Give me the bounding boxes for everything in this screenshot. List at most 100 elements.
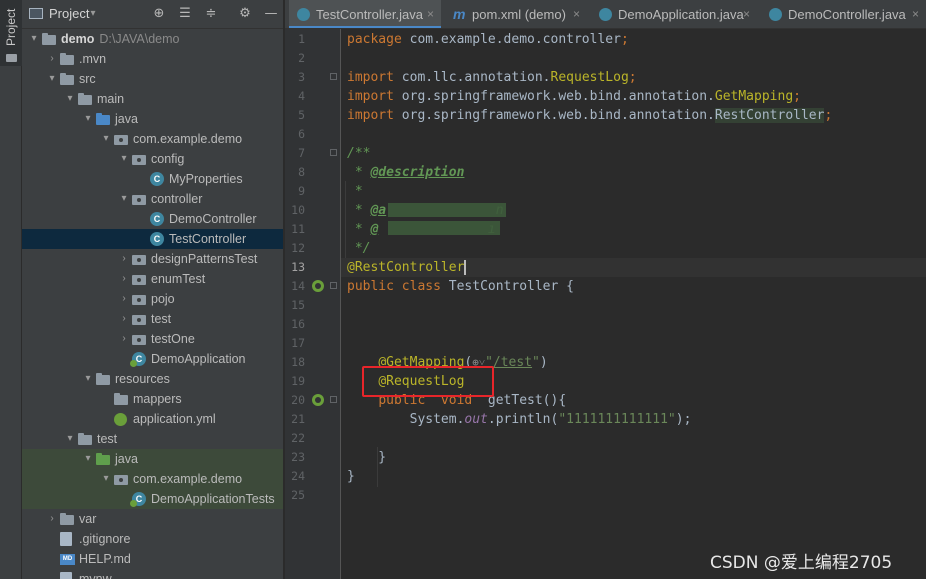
line-number: 9 <box>298 184 305 198</box>
code-token: @description <box>370 165 465 180</box>
fold-marker-icon[interactable] <box>330 396 337 403</box>
code-token: ; <box>628 70 637 85</box>
close-icon[interactable]: × <box>912 0 919 28</box>
chevron-down-icon[interactable]: ▾ <box>82 109 94 129</box>
tree-item-main[interactable]: ▾ main <box>22 89 283 109</box>
tree-item-java[interactable]: ▾ java <box>22 109 283 129</box>
chevron-down-icon[interactable]: ▾ <box>28 29 40 49</box>
tree-item-testone[interactable]: › testOne <box>22 329 283 349</box>
fold-marker-icon[interactable] <box>330 149 337 156</box>
tree-item-var[interactable]: › var <box>22 509 283 529</box>
tree-item-application-yml[interactable]: application.yml <box>22 409 283 429</box>
tree-item-help-md[interactable]: MD HELP.md <box>22 549 283 569</box>
chevron-down-icon[interactable]: ▾ <box>82 449 94 469</box>
tree-item-demo[interactable]: ▾ demo D:\JAVA\demo <box>22 29 283 49</box>
tree-item-label: test <box>151 309 171 329</box>
folder-icon <box>60 513 74 525</box>
chevron-right-icon[interactable]: › <box>46 49 58 69</box>
tree-item-demoapplicationtests[interactable]: C DemoApplicationTests <box>22 489 283 509</box>
line-number: 6 <box>298 127 305 141</box>
collapse-all-icon[interactable]: ≑ <box>202 5 220 23</box>
close-icon[interactable]: × <box>573 0 580 28</box>
code-token: "1111111111111" <box>558 412 676 427</box>
editor-tab-testcontroller-java[interactable]: TestController.java × <box>289 0 441 28</box>
tree-item-testcontroller[interactable]: C TestController <box>22 229 283 249</box>
tree-item-src[interactable]: ▾ src <box>22 69 283 89</box>
project-path: D:\JAVA\demo <box>99 32 180 46</box>
code-token: ); <box>675 412 692 427</box>
code-token: RestController <box>714 108 825 123</box>
tree-item-label: DemoApplication <box>151 349 246 369</box>
tree-item-com-example-demo[interactable]: ▾ com.example.demo <box>22 129 283 149</box>
editor-tab-demoapplication-java[interactable]: DemoApplication.java × <box>591 0 757 28</box>
tree-item-label: HELP.md <box>79 549 131 569</box>
folder-icon <box>78 433 92 445</box>
tree-item-controller[interactable]: ▾ controller <box>22 189 283 209</box>
expand-all-icon[interactable]: ☰ <box>176 5 194 23</box>
markdown-file-icon: MD <box>60 554 75 565</box>
tree-item-label: DemoController <box>169 209 257 229</box>
redacted-text-blur <box>388 221 500 235</box>
chevron-right-icon[interactable]: › <box>118 269 130 289</box>
chevron-down-icon[interactable]: ▾ <box>118 149 130 169</box>
fold-marker-icon[interactable] <box>330 73 337 80</box>
tab-label: TestController.java <box>316 7 423 22</box>
chevron-right-icon[interactable]: › <box>118 289 130 309</box>
tree-item-resources[interactable]: ▾ resources <box>22 369 283 389</box>
file-icon <box>60 532 72 546</box>
tree-item-java[interactable]: ▾ java <box>22 449 283 469</box>
fold-marker-icon[interactable] <box>330 282 337 289</box>
spring-mapping-icon[interactable] <box>312 394 324 406</box>
chevron-down-icon[interactable]: ▾ <box>64 429 76 449</box>
folder-icon <box>60 53 74 65</box>
crosshair-icon[interactable]: ⊕ <box>150 5 168 23</box>
highlight-annotation-box <box>362 366 494 397</box>
line-number: 13 <box>291 260 305 274</box>
editor-tab-democontroller-java[interactable]: DemoController.java × <box>761 0 926 28</box>
line-number: 11 <box>291 222 305 236</box>
chevron-down-icon[interactable]: ▾ <box>82 369 94 389</box>
code-editor[interactable]: package com.example.demo.controller; impo… <box>341 29 926 579</box>
chevron-down-icon[interactable]: ▾ <box>46 69 58 89</box>
tree-item-myproperties[interactable]: C MyProperties <box>22 169 283 189</box>
tree-item-gitignore[interactable]: .gitignore <box>22 529 283 549</box>
gear-icon[interactable]: ⚙ <box>236 5 254 23</box>
tree-item-designpatternstest[interactable]: › designPatternsTest <box>22 249 283 269</box>
tree-item-com-example-demo[interactable]: ▾ com.example.demo <box>22 469 283 489</box>
chevron-right-icon[interactable]: › <box>118 309 130 329</box>
tree-item-config[interactable]: ▾ config <box>22 149 283 169</box>
minimize-icon[interactable]: — <box>262 5 280 23</box>
tree-item-enumtest[interactable]: › enumTest <box>22 269 283 289</box>
chevron-down-icon[interactable]: ▾ <box>100 469 112 489</box>
chevron-down-icon[interactable]: ▾ <box>100 129 112 149</box>
tree-item-test[interactable]: › test <box>22 309 283 329</box>
chevron-down-icon[interactable]: ▾ <box>118 189 130 209</box>
editor-tab-pom-xml-demo[interactable]: m pom.xml (demo) × <box>445 0 587 28</box>
close-icon[interactable]: × <box>743 0 750 28</box>
test-folder-icon <box>96 453 110 465</box>
tree-item-democontroller[interactable]: C DemoController <box>22 209 283 229</box>
tree-item-name: src <box>79 72 96 86</box>
chevron-right-icon[interactable]: › <box>118 249 130 269</box>
tree-item-label: com.example.demo <box>133 469 242 489</box>
tree-item-name: designPatternsTest <box>151 252 258 266</box>
code-token: TestController { <box>448 279 574 294</box>
tree-item-name: pojo <box>151 292 175 306</box>
tree-item-pojo[interactable]: › pojo <box>22 289 283 309</box>
tree-item-test[interactable]: ▾ test <box>22 429 283 449</box>
tree-item-mappers[interactable]: mappers <box>22 389 283 409</box>
tree-item-demoapplication[interactable]: C DemoApplication <box>22 349 283 369</box>
tree-item-mvnw[interactable]: mvnw <box>22 569 283 579</box>
chevron-down-icon[interactable]: ▾ <box>84 5 102 23</box>
tree-item-label: .mvn <box>79 49 106 69</box>
chevron-right-icon[interactable]: › <box>118 329 130 349</box>
chevron-right-icon[interactable]: › <box>46 509 58 529</box>
tree-item-mvn[interactable]: › .mvn <box>22 49 283 69</box>
close-icon[interactable]: × <box>427 0 434 28</box>
spring-bean-icon[interactable] <box>312 280 324 292</box>
line-number: 2 <box>298 51 305 65</box>
project-tool-tab[interactable]: Project <box>0 0 22 66</box>
chevron-down-icon[interactable]: ▾ <box>64 89 76 109</box>
tree-item-label: demo D:\JAVA\demo <box>61 29 179 49</box>
